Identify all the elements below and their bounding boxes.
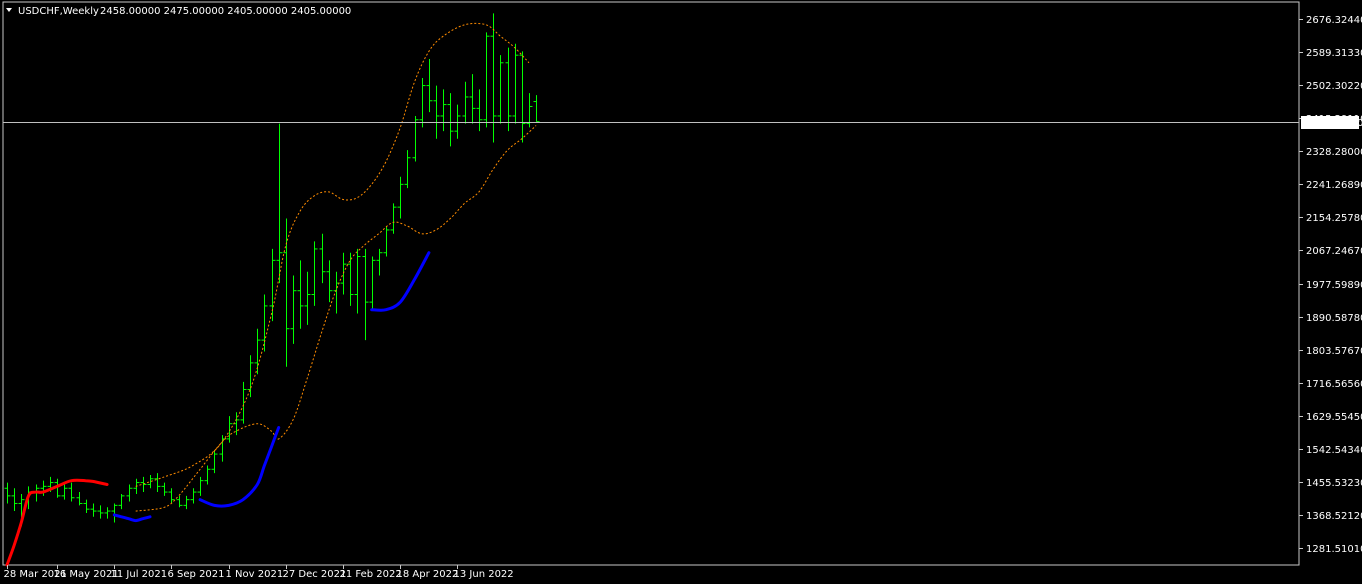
y-axis-tick-label: 2589.31330 [1306, 48, 1362, 59]
chart-canvas[interactable]: 2676.324402589.313302502.302202415.29110… [0, 0, 1362, 584]
x-axis-tick-label: 6 Sep 2021 [168, 569, 225, 580]
y-axis-tick-label: 1977.59890 [1306, 280, 1362, 291]
y-axis-tick-label: 2067.24670 [1306, 246, 1362, 257]
current-price-label: 2405.00000 [1303, 118, 1362, 129]
chart-background [0, 0, 1362, 584]
chart-window[interactable]: 2676.324402589.313302502.302202415.29110… [0, 0, 1362, 584]
y-axis-tick-label: 2154.25780 [1306, 213, 1362, 224]
x-axis-tick-label: 16 May 2021 [54, 569, 119, 580]
y-axis-tick-label: 2328.28000 [1306, 147, 1362, 158]
y-axis-tick-label: 2502.30220 [1306, 81, 1362, 92]
y-axis-tick-label: 1281.51010 [1306, 544, 1362, 555]
y-axis-tick-label: 1890.58780 [1306, 313, 1362, 324]
y-axis-tick-label: 2241.26890 [1306, 180, 1362, 191]
x-axis-tick-label: 11 Jul 2021 [111, 569, 168, 580]
chart-header: USDCHF,Weekly 2458.00000 2475.00000 2405… [6, 6, 351, 17]
y-axis-tick-label: 1368.52120 [1306, 511, 1362, 522]
x-axis-tick-label: 1 Nov 2021 [226, 569, 284, 580]
x-axis-tick-label: 21 Feb 2022 [340, 569, 402, 580]
y-axis-tick-label: 1455.53230 [1306, 478, 1362, 489]
x-axis-tick-label: 13 Jun 2022 [454, 569, 514, 580]
y-axis-tick-label: 1716.56560 [1306, 379, 1362, 390]
chart-title: USDCHF,Weekly [18, 6, 99, 17]
x-axis-tick-label: 27 Dec 2021 [283, 569, 347, 580]
x-axis-tick-label: 18 Apr 2022 [397, 569, 459, 580]
y-axis-tick-label: 1542.54340 [1306, 445, 1362, 456]
chart-ohlc-values: 2458.00000 2475.00000 2405.00000 2405.00… [100, 6, 351, 17]
y-axis-tick-label: 2676.32440 [1306, 15, 1362, 26]
y-axis-tick-label: 1629.55450 [1306, 412, 1362, 423]
y-axis-tick-label: 1803.57670 [1306, 346, 1362, 357]
